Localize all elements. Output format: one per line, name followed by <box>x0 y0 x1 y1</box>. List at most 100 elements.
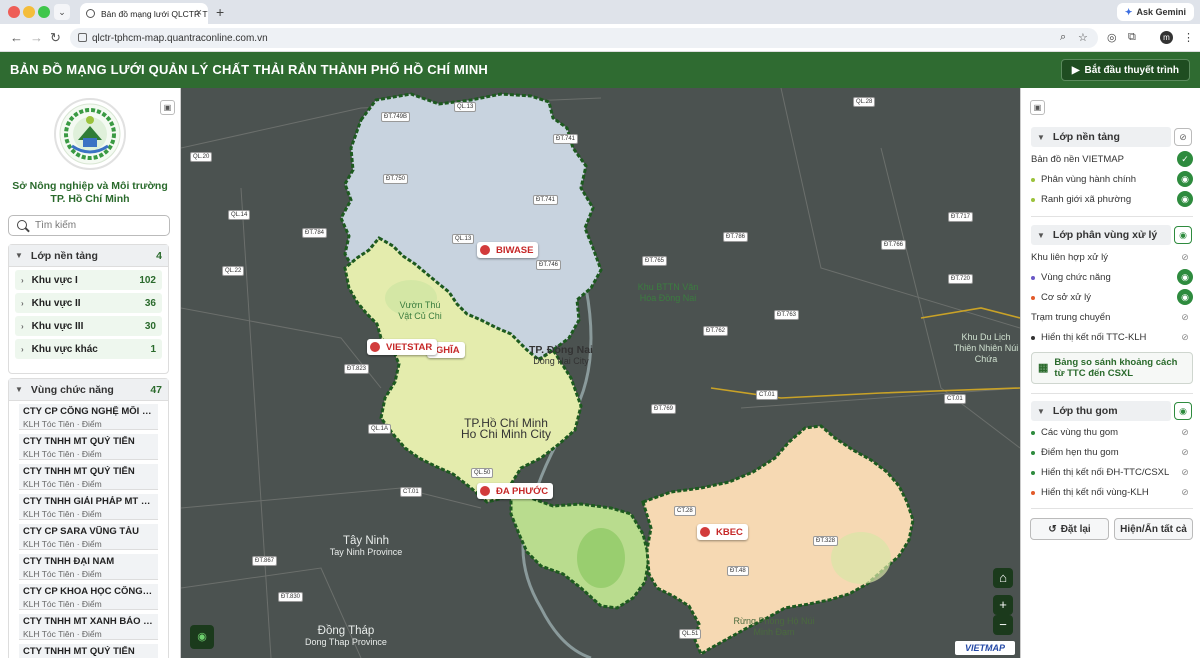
section-processing-zones[interactable]: ▼ Lớp phân vùng xử lý <box>1031 225 1171 245</box>
road-label: ĐT.741 <box>553 134 579 144</box>
road-label: QL.1A <box>368 424 392 434</box>
zoom-in-button[interactable]: + <box>993 595 1013 615</box>
road-label: ĐT.746 <box>536 260 562 270</box>
area-item[interactable]: › Khu vực III 30 <box>15 316 162 336</box>
browser-tab[interactable]: Bản đồ mạng lưới QLCTR TP.HCM × <box>80 3 208 24</box>
map-canvas[interactable]: ĐT.749B QL.13 ĐT.741 QL.20 ĐT.750 ĐT.741… <box>181 88 1020 658</box>
eye-icon[interactable]: ◉ <box>1177 289 1193 305</box>
section-title: Lớp phân vùng xử lý <box>1052 229 1158 241</box>
facility-subtitle: KLH Tóc Tiên · Điểm <box>23 449 102 459</box>
profile-avatar[interactable]: m <box>1160 31 1173 44</box>
maximize-window-icon[interactable] <box>38 6 50 18</box>
facility-marker-da-phuoc[interactable]: ĐA PHƯỚC <box>477 483 554 499</box>
tab-list-chevron-icon[interactable]: ⌄ <box>54 4 70 20</box>
road-label: ĐT.867 <box>252 556 278 566</box>
list-item[interactable]: CTY TNHH MT QUÝ TIẾN KLH Tóc Tiên · Điểm <box>19 464 158 490</box>
reload-icon[interactable]: ↻ <box>50 30 61 46</box>
bookmark-star-icon[interactable]: ☆ <box>1078 31 1088 44</box>
zoom-out-button[interactable]: − <box>993 615 1013 635</box>
tab-close-icon[interactable]: × <box>196 7 202 19</box>
section-collection[interactable]: ▼ Lớp thu gom <box>1031 401 1171 421</box>
layer-group-base-header[interactable]: ▼ Lớp nền tảng 4 <box>9 245 168 267</box>
collapse-left-panel-icon[interactable]: ▣ <box>160 100 175 115</box>
place-label-dongnai: TP. Đồng Nai Dong Nai City <box>521 345 601 367</box>
list-item[interactable]: CTY TNHH MT QUÝ TIẾN KLH Tóc Tiên · Điểm <box>19 434 158 460</box>
section-title: Lớp thu gom <box>1052 405 1118 417</box>
road-label: QL.51 <box>679 629 702 639</box>
reset-button[interactable]: ↺ Đặt lại <box>1030 518 1109 540</box>
list-item[interactable]: CTY CP CÔNG NGHỆ MÔI TRƯ... KLH Tóc Tiên … <box>19 404 158 430</box>
minimize-window-icon[interactable] <box>23 6 35 18</box>
area-item[interactable]: › Khu vực khác 1 <box>15 339 162 359</box>
divider <box>1031 393 1193 394</box>
collapse-right-panel-icon[interactable]: ▣ <box>1030 100 1045 115</box>
extension-icon[interactable]: ◎ <box>1107 31 1117 44</box>
facility-icon <box>699 526 711 538</box>
eye-slash-icon[interactable]: ⊘ <box>1177 329 1193 345</box>
toggle-all-button[interactable]: Hiện/Ẩn tất cả <box>1114 518 1193 540</box>
chevron-down-icon: ▼ <box>1037 406 1045 416</box>
eye-icon[interactable]: ◉ <box>1177 191 1193 207</box>
list-item[interactable]: CTY TNHH GIẢI PHÁP MT NHẬ... KLH Tóc Tiên… <box>19 494 158 520</box>
eye-icon[interactable]: ◉ <box>1174 226 1192 244</box>
facility-marker-vietstar[interactable]: VIETSTAR <box>367 339 438 355</box>
road-label: QL.20 <box>190 152 213 162</box>
place-dongnai-en: Dong Nai City <box>533 356 589 366</box>
area-item[interactable]: › Khu vực II 36 <box>15 293 162 313</box>
list-item[interactable]: CTY TNHH ĐẠI NAM KLH Tóc Tiên · Điểm <box>19 554 158 580</box>
back-icon[interactable]: ← <box>10 30 23 45</box>
check-icon[interactable]: ✓ <box>1177 151 1193 167</box>
eye-icon[interactable]: ◉ <box>1177 269 1193 285</box>
eye-slash-icon[interactable]: ⊘ <box>1174 128 1192 146</box>
facility-marker-biwase[interactable]: BIWASE <box>477 242 539 258</box>
more-menu-icon[interactable]: ⋮ <box>1183 31 1194 44</box>
puzzle-icon[interactable]: ⧉ <box>1128 31 1136 44</box>
layer-group-functional-title: Vùng chức năng <box>30 383 114 396</box>
eye-slash-icon[interactable]: ⊘ <box>1177 464 1193 480</box>
bullet-icon <box>1031 490 1035 495</box>
eye-slash-icon[interactable]: ⊘ <box>1177 309 1193 325</box>
area-item-count: 1 <box>150 343 156 355</box>
facility-subtitle: KLH Tóc Tiên · Điểm <box>23 569 102 579</box>
search-input[interactable]: Tìm kiếm <box>8 215 170 236</box>
url-field[interactable]: qlctr-tphcm-map.quantraconline.com.vn <box>70 28 1098 48</box>
place-tayninh-en: Tay Ninh Province <box>329 547 403 557</box>
road-label: QL.13 <box>454 102 477 112</box>
area-item[interactable]: › Khu vực I 102 <box>15 270 162 290</box>
list-item[interactable]: CTY TNHH MT XANH BẢO NG... KLH Tóc Tiên ·… <box>19 614 158 640</box>
organization-logo <box>54 98 126 170</box>
distance-comparison-button[interactable]: ▦ Bảng so sánh khoảng cách từ TTC đến CS… <box>1031 352 1193 384</box>
eye-slash-icon[interactable]: ⊘ <box>1177 249 1193 265</box>
eye-slash-icon[interactable]: ⊘ <box>1177 444 1193 460</box>
list-item[interactable]: CTY TNHH MT QUÝ TIẾN <box>19 644 158 658</box>
layer-row-label: Điểm hẹn thu gom <box>1041 447 1119 458</box>
site-info-icon[interactable] <box>78 33 87 42</box>
home-icon[interactable]: ⌂ <box>993 568 1013 588</box>
ask-gemini-button[interactable]: ✦ Ask Gemini <box>1116 3 1194 21</box>
new-tab-button[interactable]: + <box>216 4 224 20</box>
start-presentation-button[interactable]: ▶ Bắt đầu thuyết trình <box>1060 59 1190 81</box>
eye-slash-icon[interactable]: ⊘ <box>1177 484 1193 500</box>
reset-icon: ↺ <box>1048 523 1057 535</box>
forward-icon[interactable]: → <box>30 30 43 45</box>
visibility-eye-icon[interactable]: ◉ <box>190 625 214 649</box>
list-item[interactable]: CTY CP SARA VŨNG TÀU KLH Tóc Tiên · Điểm <box>19 524 158 550</box>
eye-slash-icon[interactable]: ⊘ <box>1177 424 1193 440</box>
list-item[interactable]: CTY CP KHOA HỌC CÔNG NG... KLH Tóc Tiên ·… <box>19 584 158 610</box>
facility-icon <box>479 244 491 256</box>
layer-group-functional-header[interactable]: ▼ Vùng chức năng 47 <box>9 379 168 401</box>
eye-icon[interactable]: ◉ <box>1177 171 1193 187</box>
close-window-icon[interactable] <box>8 6 20 18</box>
facility-name: CTY CP CÔNG NGHỆ MÔI TRƯ... <box>23 406 154 417</box>
section-base-layers[interactable]: ▼ Lớp nền tảng <box>1031 127 1171 147</box>
eye-icon[interactable]: ◉ <box>1174 402 1192 420</box>
road-label: QL.50 <box>471 468 494 478</box>
road-label: ĐT.830 <box>278 592 304 602</box>
zoom-icon[interactable]: ⌕ <box>1060 31 1066 44</box>
road-label: ĐT.750 <box>383 174 409 184</box>
organization-name-line1: Sở Nông nghiệp và Môi trường <box>12 180 168 192</box>
play-icon: ▶ <box>1071 64 1080 76</box>
right-panel: ▣ ▼ Lớp nền tảng ⊘ Bản đồ nền VIETMAP ✓ P… <box>1020 88 1200 658</box>
facility-name: CTY TNHH MT QUÝ TIẾN <box>23 466 135 477</box>
facility-marker-kbec[interactable]: KBEC <box>697 524 748 540</box>
